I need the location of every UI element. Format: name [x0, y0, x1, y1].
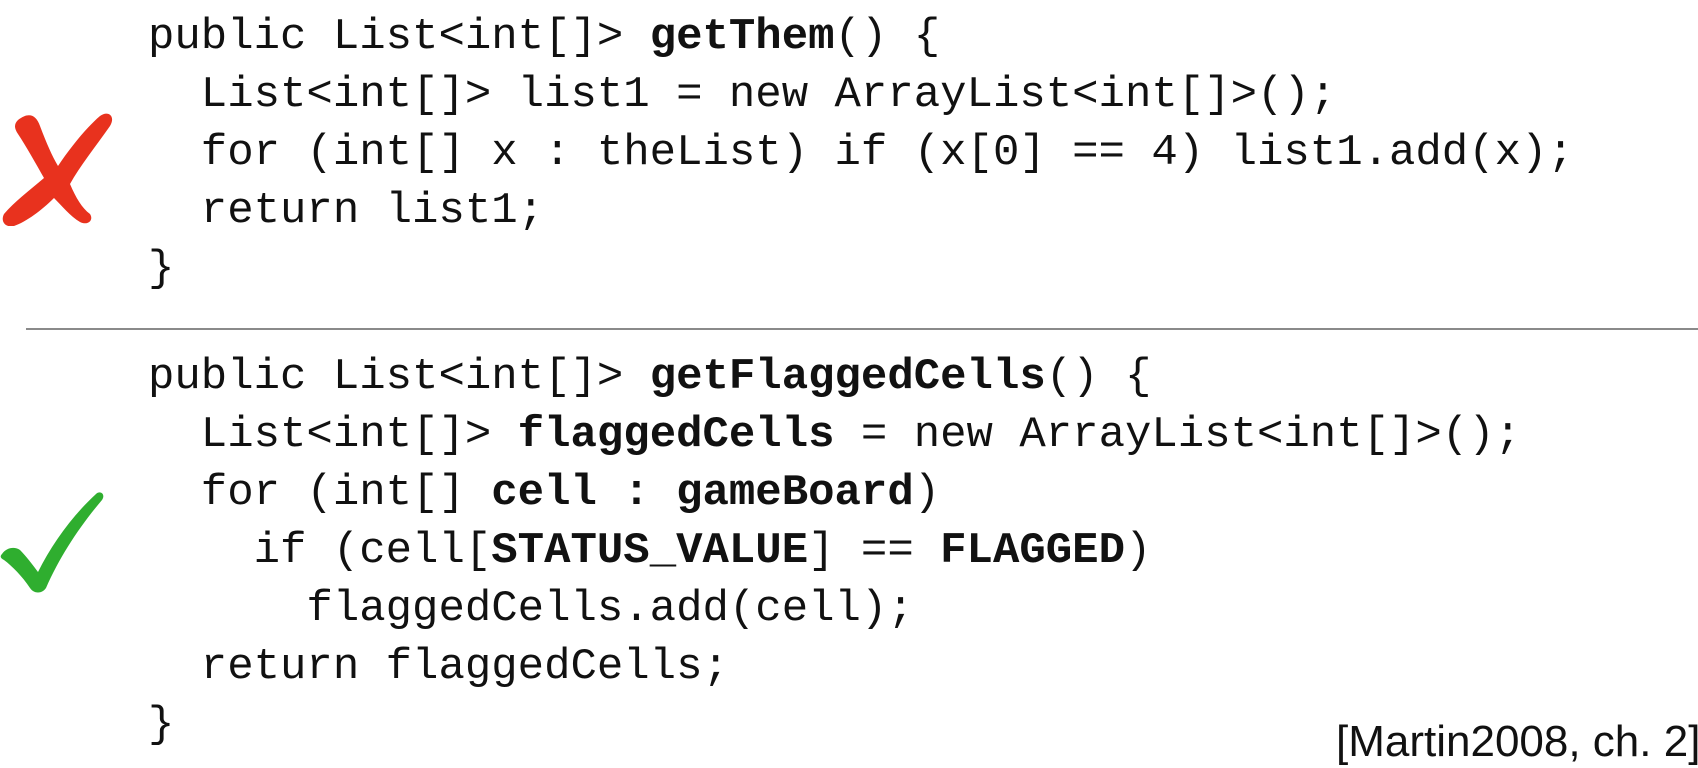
variable-name: cell : gameBoard	[491, 468, 914, 518]
bad-code-line-3: for (int[] x : theList) if (x[0] == 4) l…	[148, 124, 1574, 182]
bad-code-line-5: }	[148, 240, 174, 298]
code-segment: for (int[]	[148, 468, 492, 518]
code-segment: ] ==	[808, 526, 941, 576]
checkmark-shape	[0, 492, 104, 593]
code-segment: List<int[]>	[148, 410, 518, 460]
code-segment: public List<int[]>	[148, 12, 650, 62]
code-segment: }	[148, 244, 175, 294]
bad-code-line-2: List<int[]> list1 = new ArrayList<int[]>…	[148, 66, 1336, 124]
citation: [Martin2008, ch. 2]	[1336, 717, 1698, 766]
code-segment: flaggedCells.add(cell);	[148, 584, 914, 634]
bad-code-line-1: public List<int[]> getThem() {	[148, 8, 940, 66]
code-segment: for (int[] x : theList) if (x[0] == 4) l…	[148, 128, 1574, 178]
method-name: getFlaggedCells	[649, 352, 1046, 402]
bad-code-line-4: return list1;	[148, 182, 544, 240]
code-segment: return flaggedCells;	[148, 642, 729, 692]
code-segment: }	[148, 700, 175, 750]
good-code-line-3: for (int[] cell : gameBoard)	[148, 464, 940, 522]
good-code-line-1: public List<int[]> getFlaggedCells() {	[148, 348, 1151, 406]
good-code-line-2: List<int[]> flaggedCells = new ArrayList…	[148, 406, 1521, 464]
cross-shape	[2, 113, 113, 226]
good-code-line-6: return flaggedCells;	[148, 638, 729, 696]
code-segment: public List<int[]>	[148, 352, 650, 402]
good-code-line-5: flaggedCells.add(cell);	[148, 580, 914, 638]
code-segment: if (cell[	[148, 526, 492, 576]
checkmark-icon	[0, 492, 104, 593]
constant-name: FLAGGED	[940, 526, 1125, 576]
good-code-line-4: if (cell[STATUS_VALUE] == FLAGGED)	[148, 522, 1152, 580]
code-segment: = new ArrayList<int[]>();	[834, 410, 1522, 460]
code-segment: )	[1125, 526, 1152, 576]
code-segment: () {	[1045, 352, 1152, 402]
cross-icon	[2, 113, 113, 226]
code-segment: )	[913, 468, 941, 518]
section-divider	[26, 328, 1698, 330]
code-segment: List<int[]> list1 = new ArrayList<int[]>…	[148, 70, 1337, 120]
code-segment: return list1;	[148, 186, 545, 236]
constant-name: STATUS_VALUE	[491, 526, 809, 576]
code-segment: () {	[834, 12, 941, 62]
good-code-line-7: }	[148, 696, 174, 754]
variable-name: flaggedCells	[517, 410, 835, 460]
method-name: getThem	[649, 12, 835, 62]
